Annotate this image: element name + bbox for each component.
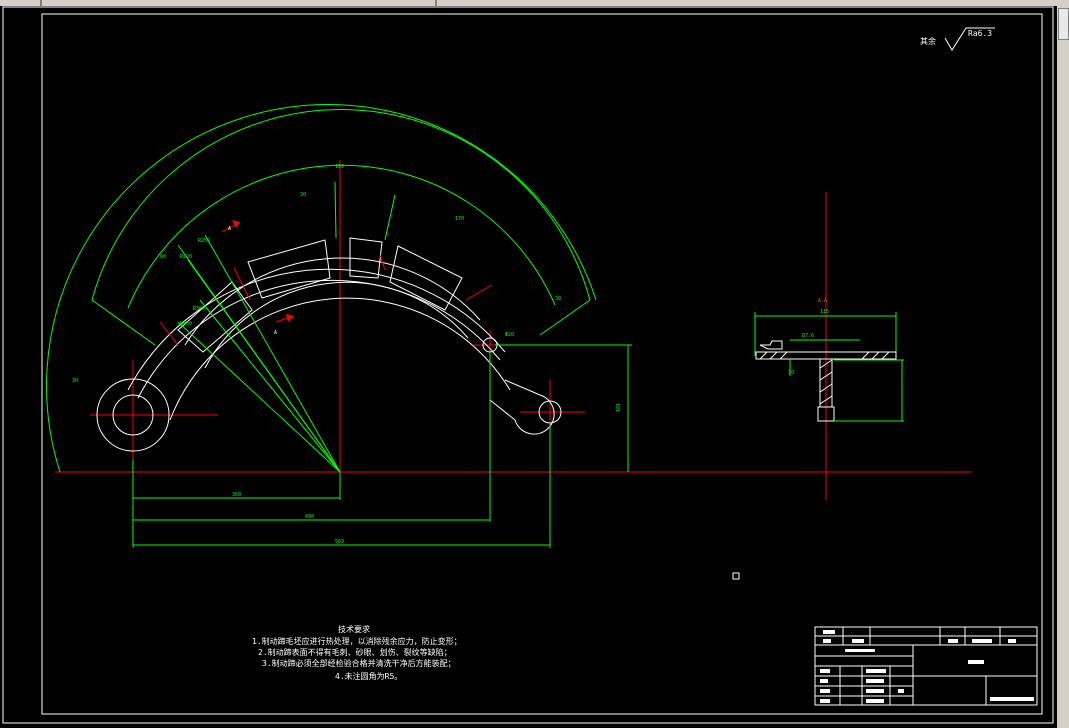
section-dim-top-label: 115 bbox=[820, 309, 829, 315]
dim-ext-right bbox=[539, 299, 591, 336]
rib-mark-4 bbox=[465, 284, 493, 301]
section-label-a1: A bbox=[228, 226, 231, 232]
scrollbar-thumb[interactable] bbox=[1058, 8, 1069, 40]
title-block bbox=[814, 626, 1038, 706]
marker-square bbox=[732, 572, 740, 580]
hole-dim-label: Φ20 bbox=[505, 332, 514, 338]
inner-frame bbox=[41, 13, 1043, 715]
dim-arc-b-label: 60 bbox=[160, 254, 166, 260]
dim-ext-mid bbox=[334, 181, 337, 239]
section-view-label: A-A bbox=[818, 298, 827, 304]
requirement-2: 2.制动蹄表面不得有毛刺、砂眼、划伤、裂纹等缺陷； bbox=[258, 647, 452, 657]
surface-roughness-symbol: 其余 Ra6.3 bbox=[920, 27, 995, 51]
radius-label-d: R350 bbox=[180, 321, 192, 327]
requirements-title: 技术要求 bbox=[338, 624, 370, 634]
roughness-value: Ra6.3 bbox=[968, 29, 992, 38]
section-hatch-flange bbox=[759, 351, 890, 360]
radius-line-5 bbox=[204, 234, 341, 473]
requirement-1: 1.制动蹄毛坯应进行热处理，以消除残余应力，防止变形； bbox=[252, 636, 462, 646]
radius-line-2 bbox=[187, 259, 341, 473]
outer-frame bbox=[2, 6, 1054, 724]
roughness-label: 其余 bbox=[920, 36, 936, 46]
requirement-3: 3.制动蹄必须全部经检验合格并清洗干净后方能装配； bbox=[262, 658, 456, 668]
radius-label-a: R220 bbox=[180, 254, 192, 260]
radius-label-c: R300 bbox=[193, 306, 205, 312]
dim-arc-outer bbox=[46, 104, 597, 473]
section-view-a-a: A-A 115 87.6 30 bbox=[754, 192, 904, 500]
dim-360-label: 360 bbox=[232, 492, 241, 498]
radius-label-b: R250 bbox=[198, 238, 210, 244]
drawing-canvas[interactable]: 其余 Ra6.3 180 30 60 170 30 30 R220 R250 R… bbox=[0, 0, 1057, 728]
dim-498-label: 498 bbox=[305, 514, 314, 520]
radius-line-4 bbox=[177, 321, 341, 473]
right-boss-outline bbox=[489, 379, 555, 435]
dim-569-label: 569 bbox=[335, 539, 344, 545]
dim-arc-third bbox=[127, 164, 556, 309]
shoe-outer-edge bbox=[127, 268, 506, 391]
web-outer-arc bbox=[184, 257, 481, 346]
section-dim-mid-label: 87.6 bbox=[802, 333, 814, 339]
weld-symbol-icon bbox=[759, 340, 783, 350]
vertical-scrollbar[interactable] bbox=[1057, 6, 1069, 728]
dim-arc-c-label: 170 bbox=[455, 216, 464, 222]
dim-arc-outer-label: 180 bbox=[335, 164, 344, 170]
dim-arc-a-label: 30 bbox=[300, 192, 306, 198]
dim-arc-e-label: 30 bbox=[72, 378, 78, 384]
section-arrow-a2-head bbox=[286, 314, 294, 322]
requirement-4: 4.未注圆角为R5。 bbox=[335, 671, 402, 681]
brake-shoe-front-view: 180 30 60 170 30 30 R220 R250 R300 R350 … bbox=[46, 104, 972, 548]
dim-ext-left bbox=[91, 299, 156, 346]
dim-181-label: 181 bbox=[616, 403, 622, 412]
dim-ext-mid2 bbox=[384, 194, 396, 241]
section-dim-small-label: 30 bbox=[788, 370, 794, 376]
shoe-outer-edge-inner bbox=[137, 279, 501, 399]
technical-requirements: 技术要求 1.制动蹄毛坯应进行热处理，以消除残余应力，防止变形； 2.制动蹄表面… bbox=[252, 624, 462, 681]
dim-arc-d-label: 30 bbox=[555, 296, 561, 302]
section-label-a2: A bbox=[274, 330, 277, 336]
radius-line-3 bbox=[199, 299, 341, 473]
section-arrow-a1-head bbox=[232, 220, 240, 228]
dim-arc-second bbox=[91, 109, 591, 301]
